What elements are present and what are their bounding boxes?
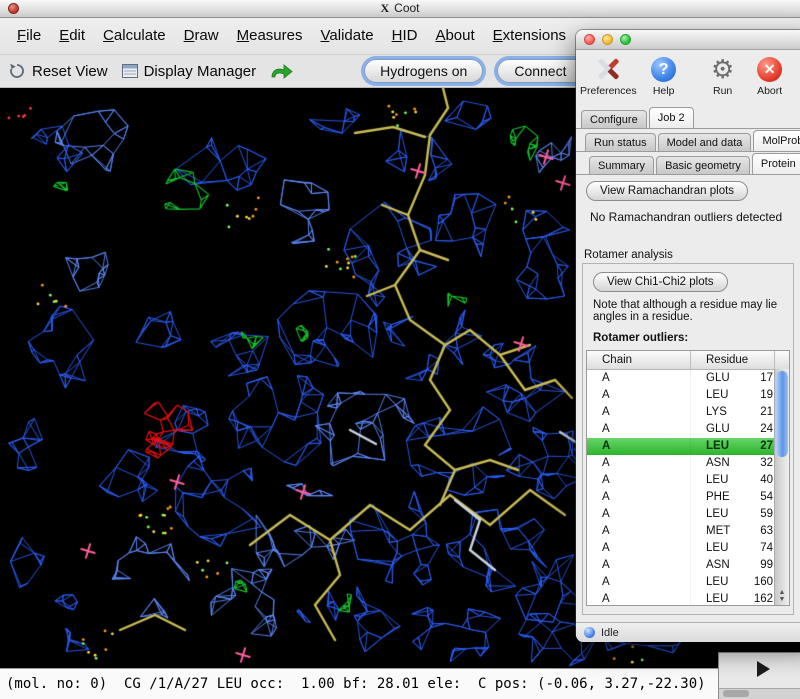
preferences-button[interactable]: Preferences (580, 55, 637, 97)
tab-run-status[interactable]: Run status (585, 133, 656, 151)
panel-close-button[interactable] (584, 34, 595, 45)
rotamer-outlier-row[interactable]: AASN99 (587, 557, 789, 574)
horizontal-scrollbar[interactable] (719, 688, 800, 699)
ramachandran-status-text: No Ramachandran outliers detected (590, 210, 800, 224)
rotamer-outliers-label: Rotamer outliers: (593, 332, 793, 344)
menu-validate[interactable]: Validate (311, 27, 382, 44)
menu-file[interactable]: File (8, 27, 50, 44)
corner-widget (718, 652, 800, 699)
tab-molprobity[interactable]: MolProbity (753, 130, 800, 151)
help-icon: ? (651, 57, 676, 82)
tab-basic-geometry[interactable]: Basic geometry (656, 156, 750, 174)
tabs-job: Run statusModel and dataMolProbity (576, 129, 800, 152)
residue-column-header[interactable]: Residue (691, 351, 775, 369)
help-button[interactable]: ? Help (637, 55, 691, 97)
tab-configure[interactable]: Configure (581, 110, 647, 128)
menu-draw[interactable]: Draw (175, 27, 228, 44)
table-body: AGLU17ALEU19ALYS21AGLU24ALEU27AASN32ALEU… (587, 370, 789, 606)
rotamer-frame: View Chi1-Chi2 plots Note that although … (582, 263, 794, 615)
green-arrow-icon[interactable] (270, 63, 294, 79)
menu-edit[interactable]: Edit (50, 27, 94, 44)
reset-view-icon (8, 62, 26, 80)
molprobity-window: Preferences ? Help ⚙ Run ✕ Abort Configu… (576, 30, 800, 640)
tab-summary[interactable]: Summary (589, 156, 654, 174)
rotamer-outlier-row[interactable]: ALYS21 (587, 404, 789, 421)
rotamer-outlier-row[interactable]: ALEU59 (587, 506, 789, 523)
rotamer-outlier-row[interactable]: ALEU160 (587, 574, 789, 591)
menu-hid[interactable]: HID (383, 27, 427, 44)
rotamer-outlier-row[interactable]: AASN32 (587, 455, 789, 472)
rotamer-outlier-row[interactable]: APHE54 (587, 489, 789, 506)
rotamer-outlier-row[interactable]: ALEU27 (587, 438, 789, 455)
scrollbar-arrows[interactable]: ▲▼ (775, 589, 789, 603)
protein-tab-page: View Ramachandran plots No Ramachandran … (576, 175, 800, 622)
menu-measures[interactable]: Measures (228, 27, 312, 44)
menu-extensions[interactable]: Extensions (484, 27, 575, 44)
display-manager-icon (122, 64, 138, 78)
rotamer-analysis-label: Rotamer analysis (584, 249, 800, 261)
menu-about[interactable]: About (426, 27, 483, 44)
rotamer-outlier-row[interactable]: ALEU40 (587, 472, 789, 489)
abort-button[interactable]: ✕ Abort (743, 55, 797, 97)
hydrogens-toggle-button[interactable]: Hydrogens on (364, 59, 483, 83)
tab-model-and-data[interactable]: Model and data (658, 133, 752, 151)
gear-icon: ⚙ (708, 55, 738, 83)
rotamer-outlier-row[interactable]: ALEU19 (587, 387, 789, 404)
window-titlebar[interactable]: XCoot (0, 0, 800, 18)
scrollbar-thumb[interactable] (776, 371, 788, 457)
x11-icon: X (380, 1, 389, 15)
status-bar: (mol. no: 0) CG /1/A/27 LEU occ: 1.00 bf… (0, 668, 800, 699)
table-vertical-scrollbar[interactable]: ▲▼ (774, 369, 789, 605)
panel-zoom-button[interactable] (620, 34, 631, 45)
tabs-section: SummaryBasic geometryProteinC (576, 152, 800, 175)
rotamer-outlier-row[interactable]: AGLU24 (587, 421, 789, 438)
tab-protein[interactable]: Protein (752, 153, 800, 174)
panel-titlebar[interactable] (576, 30, 800, 50)
tabs-main: ConfigureJob 2 (576, 106, 800, 129)
status-indicator-icon (584, 627, 595, 638)
header-filler (775, 351, 789, 369)
display-manager-button[interactable]: Display Manager (144, 63, 257, 80)
tab-job-2[interactable]: Job 2 (649, 107, 694, 128)
run-button[interactable]: ⚙ Run (703, 55, 743, 97)
window-title: XCoot (0, 0, 800, 17)
rotamer-outliers-table: Chain Residue AGLU17ALEU19ALYS21AGLU24AL… (586, 350, 790, 606)
view-ramachandran-plots-button[interactable]: View Ramachandran plots (586, 181, 748, 201)
chain-column-header[interactable]: Chain (587, 351, 691, 369)
rotamer-outlier-row[interactable]: AGLU17 (587, 370, 789, 387)
panel-status-text: Idle (601, 627, 619, 639)
reset-view-button[interactable]: Reset View (32, 63, 108, 80)
rotamer-outlier-row[interactable]: AMET63 (587, 523, 789, 540)
rotamer-note-line2: angles in a residue. (593, 311, 793, 323)
panel-toolbar: Preferences ? Help ⚙ Run ✕ Abort (576, 50, 800, 106)
preferences-icon (593, 55, 623, 83)
rotamer-note-line1: Note that although a residue may lie (593, 299, 793, 311)
abort-icon: ✕ (757, 57, 782, 82)
menu-calculate[interactable]: Calculate (94, 27, 175, 44)
rotamer-outlier-row[interactable]: ALEU162 (587, 591, 789, 606)
atom-status-text: (mol. no: 0) CG /1/A/27 LEU occ: 1.00 bf… (6, 676, 706, 692)
play-button[interactable] (757, 661, 770, 677)
view-chi1-chi2-plots-button[interactable]: View Chi1-Chi2 plots (593, 272, 728, 292)
panel-minimize-button[interactable] (602, 34, 613, 45)
rotamer-outlier-row[interactable]: ALEU74 (587, 540, 789, 557)
table-header: Chain Residue (587, 351, 789, 370)
scrollbar-thumb[interactable] (723, 690, 749, 697)
panel-status-bar: Idle (576, 622, 800, 642)
